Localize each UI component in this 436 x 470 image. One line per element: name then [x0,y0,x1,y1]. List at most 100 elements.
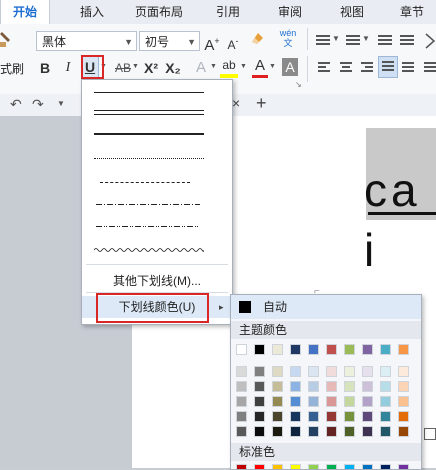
standard-color-swatch[interactable] [362,464,373,469]
theme-shade-swatch[interactable] [344,381,355,392]
chevron-down-icon[interactable]: ▼ [57,99,65,108]
italic-button[interactable]: I [60,57,76,79]
superscript-button[interactable]: X² [142,57,160,79]
align-left-icon[interactable] [318,62,330,76]
theme-shade-swatch[interactable] [362,411,373,422]
strikethrough-button[interactable]: AB [112,57,134,79]
redo-icon[interactable]: ↷ [32,96,44,113]
theme-shade-swatch[interactable] [380,396,391,407]
theme-shade-swatch[interactable] [344,366,355,377]
subscript-button[interactable]: X₂ [164,57,182,79]
checkbox-icon[interactable] [424,428,436,440]
highlight-button[interactable]: ab [220,56,238,78]
theme-color-swatch[interactable] [236,344,247,355]
theme-shade-swatch[interactable] [326,381,337,392]
more-icon[interactable] [424,32,436,50]
underline-thick[interactable] [94,133,204,135]
increase-indent-icon[interactable] [400,35,414,49]
justify-button[interactable] [378,56,398,78]
theme-shade-swatch[interactable] [380,426,391,437]
theme-shade-swatch[interactable] [398,411,409,422]
theme-shade-swatch[interactable] [362,381,373,392]
theme-shade-swatch[interactable] [272,381,283,392]
chevron-down-icon[interactable]: ▼ [362,34,370,43]
theme-shade-swatch[interactable] [326,396,337,407]
theme-shade-swatch[interactable] [308,381,319,392]
distributed-align-icon[interactable] [402,62,414,76]
theme-shade-swatch[interactable] [326,411,337,422]
font-color-button[interactable]: A [252,56,268,78]
theme-shade-swatch[interactable] [344,411,355,422]
standard-color-swatch[interactable] [254,464,265,469]
auto-color-item[interactable]: 自动 [231,295,421,319]
underline-dash-dot[interactable] [96,204,200,205]
underline-dash-dot-dot[interactable] [96,226,200,227]
standard-color-swatch[interactable] [398,464,409,469]
underline-double[interactable] [94,110,204,115]
theme-shade-swatch[interactable] [308,366,319,377]
theme-shade-swatch[interactable] [290,381,301,392]
tab-sections[interactable]: 章节 [392,0,432,24]
theme-shade-swatch[interactable] [236,411,247,422]
grow-font-button[interactable]: A+ [203,30,221,54]
bold-button[interactable]: B [37,57,53,79]
font-dialog-launcher-icon[interactable]: ↘ [295,80,302,89]
theme-color-swatch[interactable] [272,344,283,355]
theme-shade-swatch[interactable] [380,366,391,377]
theme-shade-swatch[interactable] [254,381,265,392]
chevron-down-icon[interactable]: ▼ [240,63,247,70]
theme-shade-swatch[interactable] [236,426,247,437]
phonetic-guide-button[interactable]: wén文 [276,28,300,50]
theme-shade-swatch[interactable] [326,366,337,377]
theme-shade-swatch[interactable] [398,366,409,377]
bullet-list-icon[interactable] [316,35,330,49]
theme-shade-swatch[interactable] [272,411,283,422]
font-size-select[interactable]: 初号 ▼ [139,31,200,51]
align-right-icon[interactable] [361,62,373,76]
underline-dashed[interactable] [100,182,190,183]
theme-shade-swatch[interactable] [380,381,391,392]
theme-color-swatch[interactable] [290,344,301,355]
decrease-indent-icon[interactable] [378,35,392,49]
theme-shade-swatch[interactable] [398,396,409,407]
theme-shade-swatch[interactable] [380,411,391,422]
char-shading-button[interactable]: A [282,58,298,76]
tab-insert[interactable]: 插入 [68,0,116,24]
theme-shade-swatch[interactable] [254,426,265,437]
tab-home[interactable]: 开始 [0,0,50,25]
tab-page-layout[interactable]: 页面布局 [128,0,190,24]
theme-color-swatch[interactable] [398,344,409,355]
theme-shade-swatch[interactable] [290,396,301,407]
theme-shade-swatch[interactable] [344,426,355,437]
theme-shade-swatch[interactable] [272,396,283,407]
shrink-font-button[interactable]: A- [224,30,242,52]
chevron-down-icon[interactable]: ▼ [269,63,276,70]
underline-wave[interactable] [93,242,205,252]
theme-shade-swatch[interactable] [236,366,247,377]
theme-shade-swatch[interactable] [236,396,247,407]
standard-color-swatch[interactable] [290,464,301,469]
theme-shade-swatch[interactable] [290,411,301,422]
format-painter-icon[interactable] [0,30,12,48]
tab-review[interactable]: 审阅 [270,0,310,24]
theme-shade-swatch[interactable] [362,396,373,407]
theme-shade-swatch[interactable] [398,426,409,437]
numbered-list-icon[interactable] [346,35,360,49]
theme-shade-swatch[interactable] [308,426,319,437]
theme-color-swatch[interactable] [362,344,373,355]
document-text[interactable]: ca i [364,160,436,280]
tab-view[interactable]: 视图 [332,0,372,24]
theme-color-swatch[interactable] [326,344,337,355]
standard-color-swatch[interactable] [236,464,247,469]
chevron-down-icon[interactable]: ▼ [132,63,139,70]
theme-shade-swatch[interactable] [254,411,265,422]
theme-shade-swatch[interactable] [362,366,373,377]
tab-references[interactable]: 引用 [208,0,248,24]
standard-color-swatch[interactable] [344,464,355,469]
undo-icon[interactable]: ↶ [10,96,22,113]
theme-shade-swatch[interactable] [236,381,247,392]
line-spacing-icon[interactable] [424,62,436,76]
theme-shade-swatch[interactable] [308,396,319,407]
theme-shade-swatch[interactable] [308,411,319,422]
theme-shade-swatch[interactable] [254,366,265,377]
